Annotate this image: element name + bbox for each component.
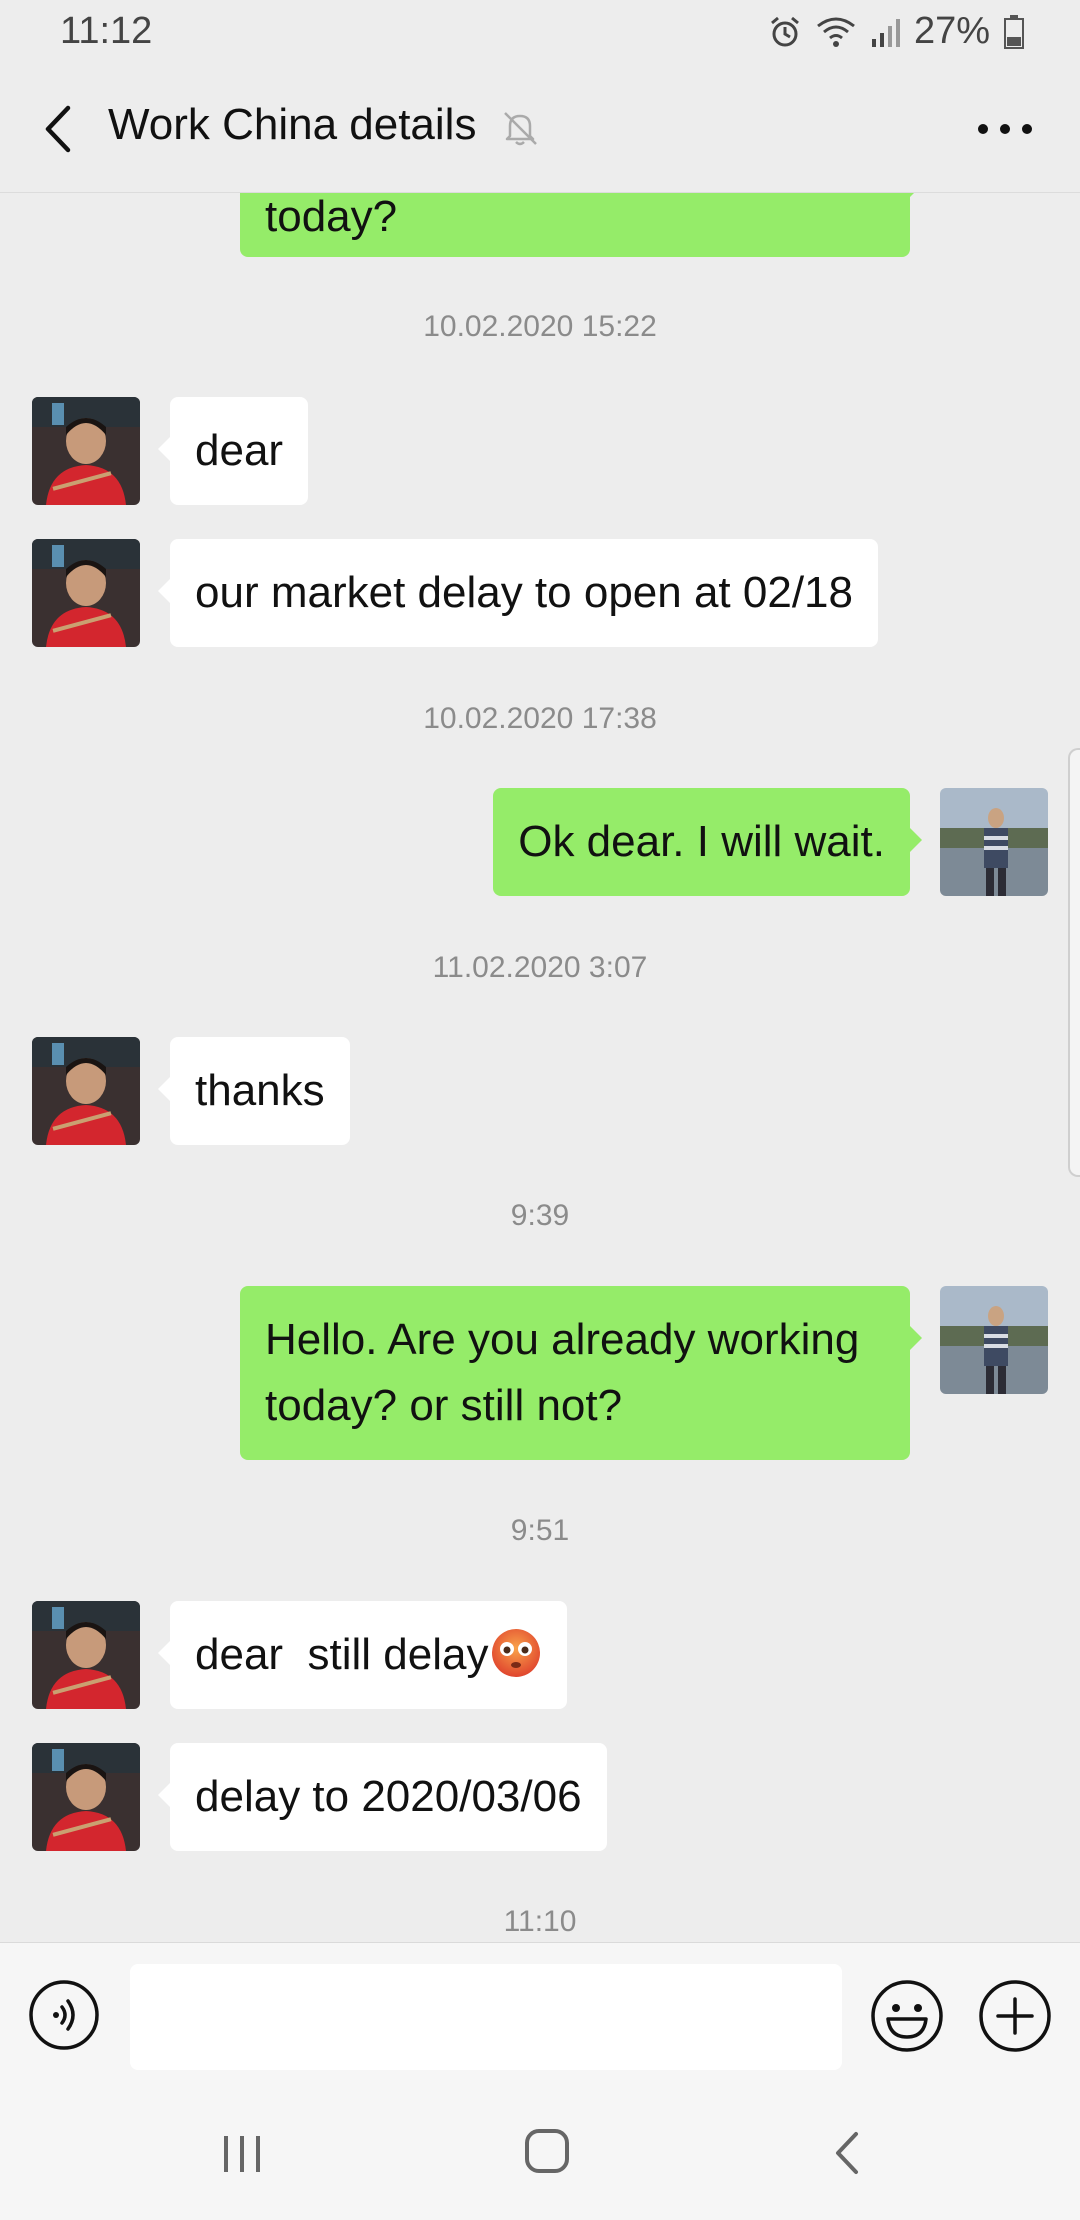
wifi-icon [816, 16, 856, 48]
chat-title: Work China details [108, 100, 477, 149]
system-back-button[interactable] [832, 2130, 862, 2181]
status-time: 11:12 [60, 10, 153, 52]
scroll-handle[interactable] [1068, 748, 1080, 1177]
alarm-icon [768, 15, 802, 49]
avatar-contact[interactable] [32, 1601, 140, 1709]
chat-messages[interactable]: today? 10.02.2020 15:22 dear our market … [0, 193, 1080, 1941]
message-text: thanks [195, 1066, 325, 1115]
timestamp: 9:39 [510, 1199, 570, 1232]
avatar-contact[interactable] [32, 397, 140, 505]
avatar-contact[interactable] [32, 1743, 140, 1851]
chat-header: Work China details [0, 66, 1080, 193]
timestamp: 11.02.2020 3:07 [432, 951, 648, 984]
home-icon [525, 2129, 569, 2173]
battery-percent: 27% [913, 10, 990, 52]
timestamp: 9:51 [510, 1514, 570, 1547]
status-bar: 11:12 27% [0, 0, 1080, 66]
status-icons: 27% [768, 10, 1024, 53]
flushed-face-emoji [490, 1627, 542, 1679]
battery-icon [1004, 14, 1024, 49]
message-bubble-outgoing[interactable]: Ok dear. I will wait. [493, 788, 922, 896]
bell-off-icon [500, 108, 540, 153]
message-text: dear [195, 426, 284, 475]
chevron-left-icon [45, 105, 71, 153]
timestamp: 11:10 [503, 1905, 577, 1938]
back-button[interactable] [28, 96, 88, 162]
message-text: Ok dear. I will wait. [518, 817, 885, 866]
message-bubble-incoming[interactable]: dear still delay [157, 1601, 568, 1709]
smiley-icon [871, 1980, 943, 2052]
avatar-contact[interactable] [32, 539, 140, 647]
message-bubble-incoming[interactable]: thanks [158, 1037, 350, 1145]
message-text: today? [265, 193, 398, 241]
avatar-self[interactable] [940, 1286, 1048, 1394]
avatar-contact[interactable] [32, 1037, 140, 1145]
plus-circle-icon [979, 1980, 1051, 2052]
message-text: delay to 2020/03/06 [195, 1772, 582, 1821]
more-options-button[interactable] [970, 106, 1040, 152]
message-text: our market delay to open at 02/18 [195, 568, 853, 617]
home-button[interactable] [524, 2128, 570, 2179]
message-input[interactable] [130, 1964, 842, 2070]
message-text: Hello. Are you already working today? or… [265, 1315, 860, 1430]
timestamp: 10.02.2020 15:22 [423, 310, 657, 343]
timestamp: 10.02.2020 17:38 [423, 702, 657, 735]
message-bubble-incoming[interactable]: delay to 2020/03/06 [158, 1743, 607, 1851]
chevron-left-icon [836, 2132, 858, 2174]
more-dots-icon [978, 124, 1032, 134]
message-bubble-incoming[interactable]: our market delay to open at 02/18 [158, 539, 878, 647]
recent-apps-icon [224, 2136, 260, 2172]
message-bubble-outgoing[interactable]: Hello. Are you already working today? or… [240, 1286, 922, 1460]
signal-icon [870, 17, 900, 47]
message-bubble-incoming[interactable]: dear [157, 397, 309, 505]
more-actions-button[interactable] [978, 1979, 1052, 2053]
avatar-self[interactable] [940, 788, 1048, 896]
voice-input-icon [29, 1980, 99, 2050]
input-bar [0, 1942, 1080, 2077]
system-nav-bar [0, 2076, 1080, 2220]
voice-input-button[interactable] [28, 1979, 100, 2051]
recent-apps-button[interactable] [220, 2134, 264, 2179]
message-text: dear still delay [195, 1630, 489, 1679]
emoji-button[interactable] [870, 1979, 944, 2053]
message-bubble-outgoing[interactable]: today? [240, 193, 922, 257]
